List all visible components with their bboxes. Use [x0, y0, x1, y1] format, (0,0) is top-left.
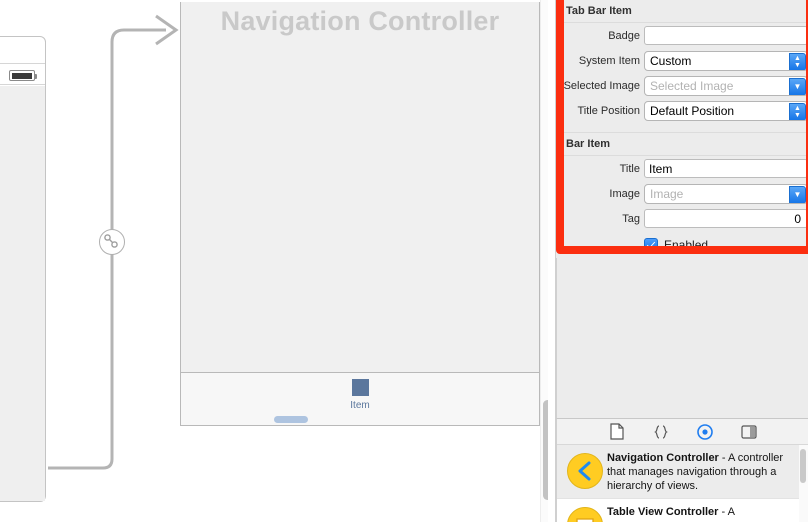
enabled-label: Enabled [664, 238, 709, 252]
field-row-system-item: System Item Custom ▲ ▼ [556, 51, 808, 73]
title-position-value: Default Position [650, 104, 735, 118]
label-title: Title [619, 163, 640, 175]
list-item-separator: - [718, 506, 728, 518]
title-input[interactable] [644, 159, 808, 178]
badge-input[interactable] [644, 26, 808, 45]
list-item[interactable]: Table View Controller - A [557, 499, 808, 522]
label-image: Image [609, 188, 640, 200]
system-item-popup[interactable]: Custom ▲ ▼ [644, 51, 808, 71]
label-selected-image: Selected Image [563, 80, 640, 92]
system-item-value: Custom [650, 54, 692, 68]
field-row-tag: Tag ▲▼ [556, 209, 808, 231]
chevron-updown-icon[interactable]: ▲ ▼ [789, 53, 806, 70]
list-item[interactable]: Navigation Controller - A controller tha… [557, 445, 808, 499]
label-system-item: System Item [578, 55, 640, 67]
list-item-separator: - [718, 452, 729, 464]
list-item-description: A [727, 506, 735, 518]
scene-placeholder-title: Navigation Controller [220, 6, 500, 36]
image-combobox[interactable]: Image ▼ [644, 184, 808, 204]
chevron-updown-icon[interactable]: ▲ ▼ [789, 103, 806, 120]
library-scrollbar-thumb[interactable] [800, 449, 806, 483]
selected-image-value: Selected Image [650, 79, 734, 93]
canvas-scrollbar-thumb[interactable] [543, 400, 548, 500]
scene-content-area [0, 86, 45, 501]
object-library-tab[interactable] [694, 423, 716, 441]
chevron-down-icon[interactable]: ▼ [789, 78, 806, 95]
code-snippet-library-tab[interactable] [650, 423, 672, 441]
enabled-checkbox-row: Enabled [556, 236, 808, 258]
home-indicator [274, 416, 308, 423]
file-template-library-tab[interactable] [606, 423, 628, 441]
chevron-down-icon[interactable]: ▼ [789, 186, 806, 203]
media-panel-icon [740, 424, 757, 439]
square-icon [351, 379, 369, 396]
section-header-tab-bar-item: Tab Bar Item [556, 0, 808, 23]
library-item-list[interactable]: Navigation Controller - A controller tha… [557, 445, 808, 522]
scene-status-bar [0, 63, 45, 85]
inspector-empty-area [556, 258, 808, 418]
label-badge: Badge [608, 30, 640, 42]
object-library-panel[interactable]: Navigation Controller - A controller tha… [556, 418, 808, 522]
title-position-popup[interactable]: Default Position ▲ ▼ [644, 101, 808, 121]
tab-bar-item-label: Item [350, 400, 370, 411]
tab-bar-item[interactable]: Item [320, 379, 400, 411]
braces-icon [653, 424, 668, 439]
tab-bar[interactable]: Item [181, 372, 539, 425]
field-row-title-position: Title Position Default Position ▲ ▼ [556, 101, 808, 123]
library-tab-bar[interactable] [557, 419, 808, 445]
relationship-segue-icon[interactable] [99, 229, 125, 255]
chevron-left-circle-icon [567, 453, 603, 489]
battery-icon [9, 70, 37, 81]
tag-input[interactable] [644, 209, 808, 228]
image-value: Image [650, 187, 684, 201]
section-header-bar-item: Bar Item [556, 133, 808, 156]
navigation-controller-scene[interactable]: Navigation Controller Item [180, 2, 540, 426]
field-row-badge: Badge [556, 26, 808, 48]
media-library-tab[interactable] [738, 423, 760, 441]
list-item-title: Table View Controller [607, 506, 719, 518]
circle-target-icon [696, 423, 713, 440]
enabled-checkbox[interactable] [644, 238, 658, 252]
selected-image-combobox[interactable]: Selected Image ▼ [644, 76, 808, 96]
field-row-title: Title [556, 159, 808, 181]
list-item-title: Navigation Controller [607, 452, 719, 464]
adjacent-scene[interactable] [0, 36, 46, 502]
xcode-interface-builder-window: Navigation Controller Item Tab Bar Item … [0, 0, 808, 522]
file-icon [609, 423, 624, 440]
field-row-selected-image: Selected Image Selected Image ▼ [556, 76, 808, 98]
label-tag: Tag [622, 213, 640, 225]
list-item-text: Table View Controller - A [607, 505, 794, 519]
storyboard-canvas[interactable]: Navigation Controller Item [0, 0, 548, 522]
list-item-text: Navigation Controller - A controller tha… [607, 451, 794, 493]
label-title-position: Title Position [577, 105, 640, 117]
field-row-image: Image Image ▼ [556, 184, 808, 206]
table-view-circle-icon [567, 507, 603, 522]
